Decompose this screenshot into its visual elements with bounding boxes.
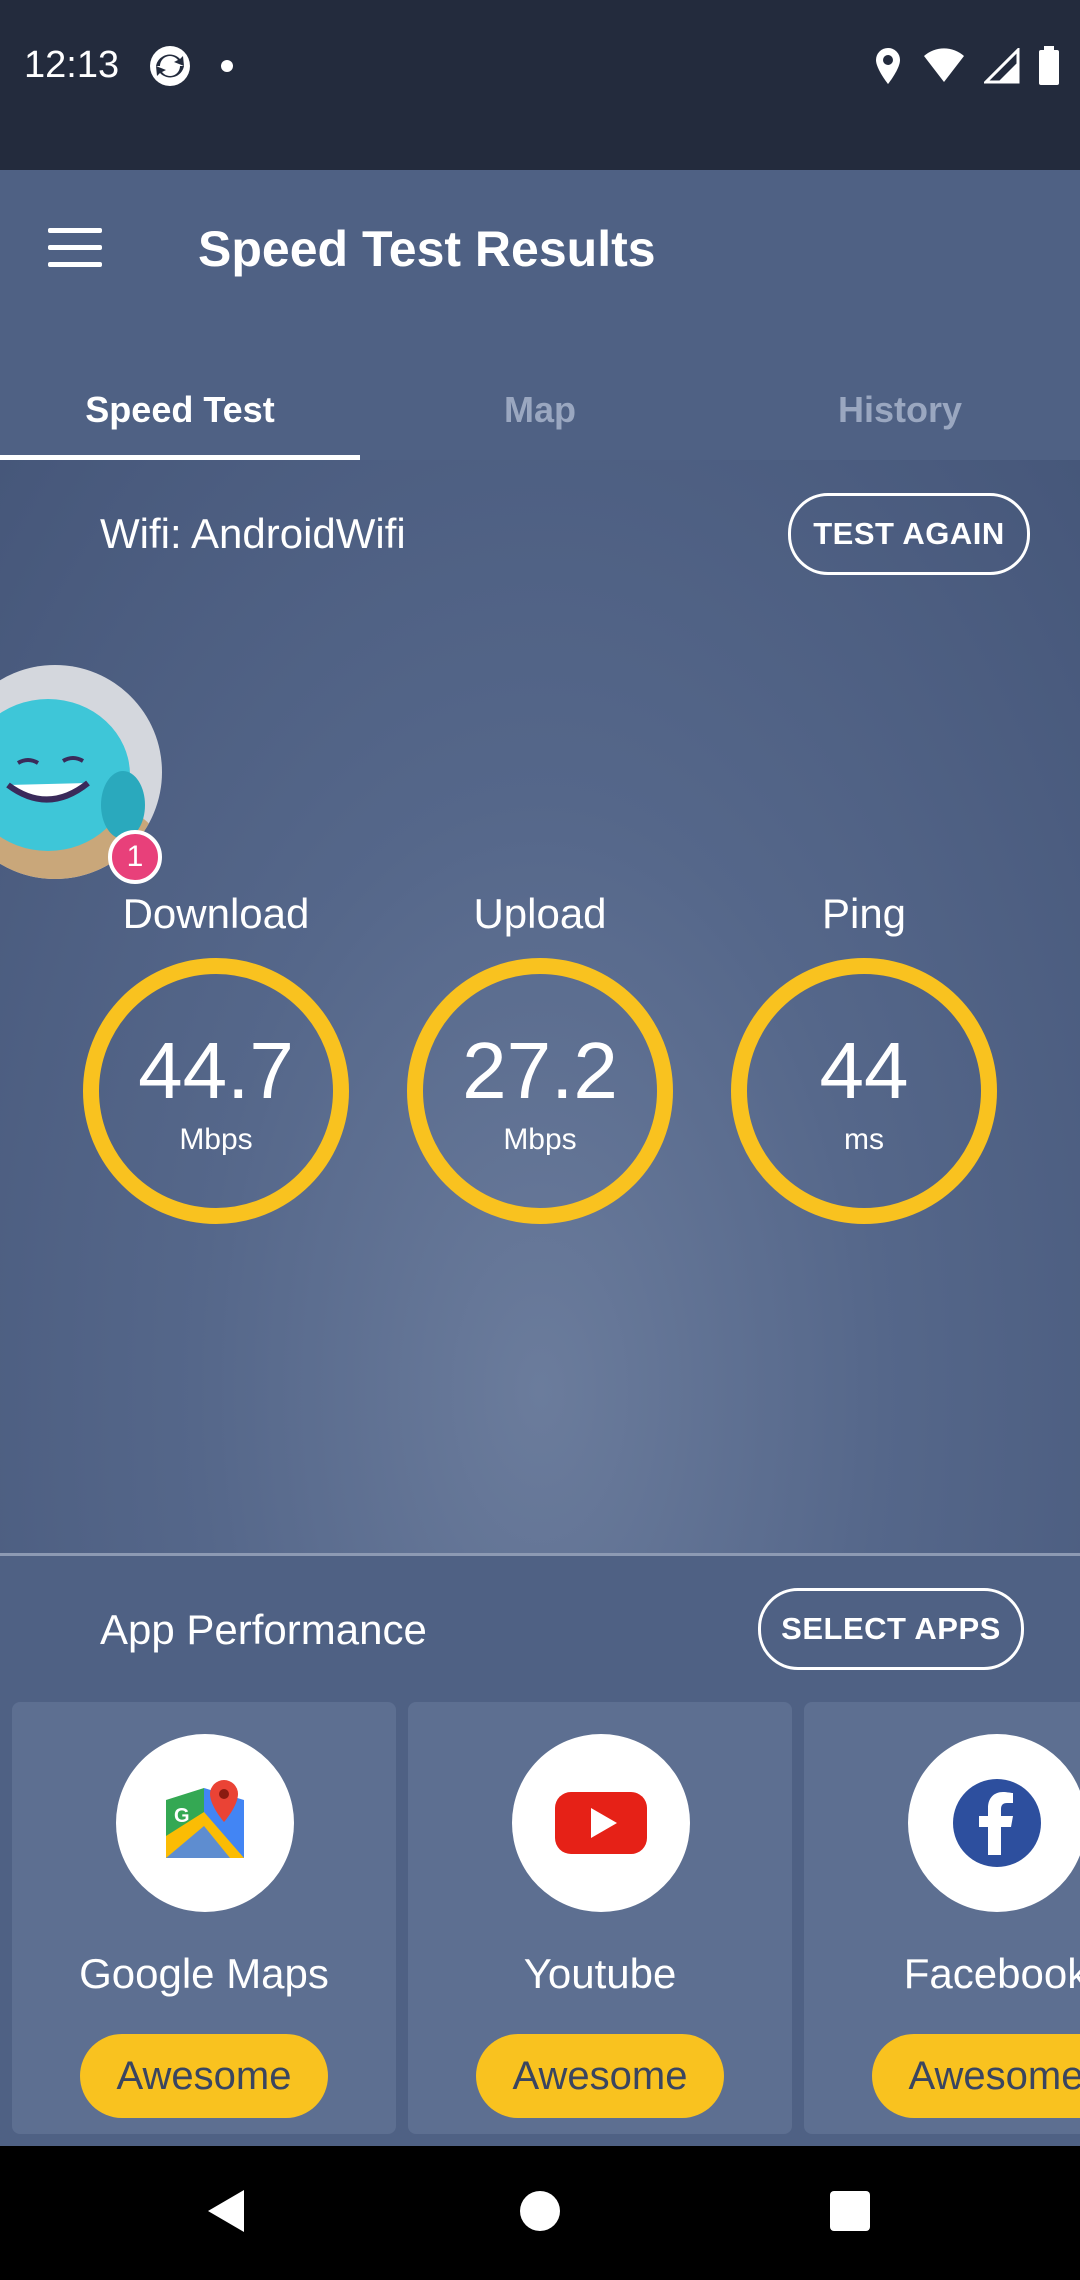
app-name: Youtube [523, 1950, 677, 1997]
download-metric: Download 44.7 Mbps [81, 890, 351, 1224]
app-card-youtube[interactable]: Youtube Awesome [408, 1702, 792, 2134]
app-card-google-maps[interactable]: G Google Maps Awesome [12, 1702, 396, 2134]
ping-unit: ms [844, 1123, 884, 1156]
system-nav-bar [0, 2146, 1080, 2280]
download-gauge: 44.7 Mbps [83, 958, 349, 1224]
download-label: Download [122, 890, 310, 937]
app-performance-section: App Performance SELECT APPS G Google Map… [0, 1556, 1080, 2146]
wifi-icon [924, 48, 964, 82]
tab-bar: Speed Test Map History [0, 360, 1080, 460]
tab-speed-test[interactable]: Speed Test [0, 360, 360, 460]
battery-icon [1039, 46, 1059, 85]
status-time: 12:13 [24, 44, 120, 86]
rating-badge: Awesome [872, 2034, 1080, 2118]
menu-icon[interactable] [48, 228, 106, 272]
select-apps-button[interactable]: SELECT APPS [758, 1588, 1024, 1670]
back-icon[interactable] [204, 2186, 248, 2236]
ping-label: Ping [821, 890, 907, 937]
ping-value: 44 [819, 1026, 909, 1115]
tab-history[interactable]: History [720, 360, 1080, 460]
google-maps-icon: G [166, 1780, 244, 1858]
app-card-facebook[interactable]: Facebook Awesome [804, 1702, 1080, 2134]
home-icon[interactable] [518, 2186, 562, 2236]
upload-gauge: 27.2 Mbps [407, 958, 673, 1224]
youtube-icon [555, 1792, 647, 1854]
sync-app-icon [150, 46, 190, 86]
upload-metric: Upload 27.2 Mbps [405, 890, 675, 1224]
svg-text:G: G [174, 1805, 190, 1827]
results-panel: Wifi: AndroidWifi TEST AGAIN 1 Download … [0, 460, 1080, 1556]
page-title: Speed Test Results [198, 221, 656, 277]
status-bar: 12:13 [0, 0, 1080, 170]
download-unit: Mbps [179, 1123, 253, 1156]
recents-icon[interactable] [828, 2186, 872, 2236]
app-name: Google Maps [79, 1950, 329, 1997]
ping-metric: Ping 44 ms [729, 890, 999, 1224]
rating-badge: Awesome [476, 2034, 724, 2118]
ping-gauge: 44 ms [731, 958, 997, 1224]
test-again-button[interactable]: TEST AGAIN [788, 493, 1030, 575]
rating-badge: Awesome [80, 2034, 328, 2118]
upload-unit: Mbps [503, 1123, 577, 1156]
app-name: Facebook [903, 1950, 1080, 1997]
app-performance-title: App Performance [100, 1606, 427, 1653]
cell-signal-icon [984, 48, 1020, 84]
location-icon [876, 48, 900, 84]
notification-dot-icon [221, 60, 233, 72]
tab-map[interactable]: Map [360, 360, 720, 460]
download-value: 44.7 [138, 1026, 294, 1115]
facebook-icon [953, 1779, 1041, 1867]
notification-badge: 1 [108, 830, 162, 884]
upload-value: 27.2 [462, 1026, 618, 1115]
wifi-label: Wifi: AndroidWifi [100, 510, 406, 557]
app-bar: Speed Test Results Speed Test Map Histor… [0, 170, 1080, 460]
upload-label: Upload [473, 890, 607, 937]
